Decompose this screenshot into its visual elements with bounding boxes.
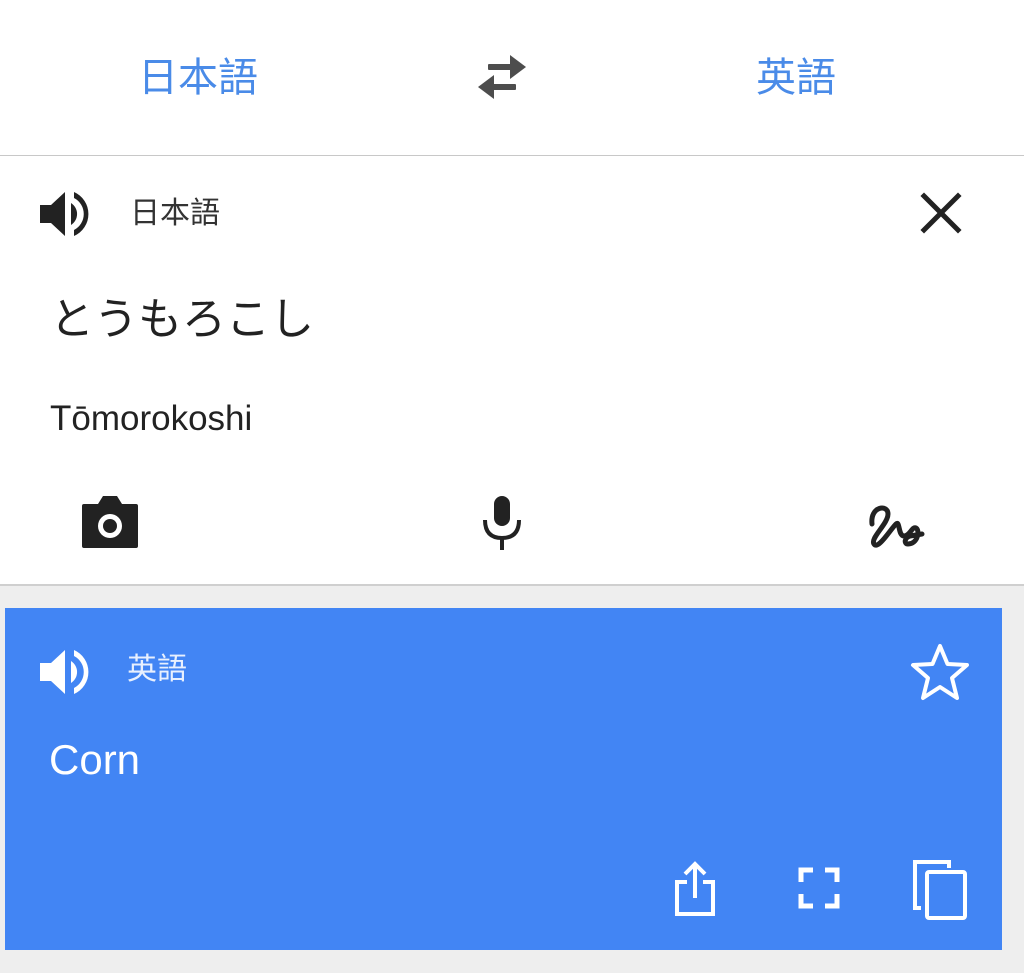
- handwriting-icon[interactable]: [858, 486, 930, 558]
- input-card: 日本語 とうもろこし Tōmorokoshi: [0, 156, 1024, 586]
- source-language-button[interactable]: 日本語: [138, 50, 258, 106]
- target-language-label: 英語: [127, 652, 187, 687]
- star-icon[interactable]: [909, 642, 971, 704]
- transliteration-text: Tōmorokoshi: [50, 399, 253, 438]
- source-text[interactable]: とうもろこし: [50, 290, 314, 350]
- copy-icon[interactable]: [905, 856, 969, 920]
- close-icon[interactable]: [914, 186, 968, 240]
- camera-icon[interactable]: [74, 486, 146, 558]
- speaker-icon[interactable]: [35, 646, 97, 698]
- translation-text: Corn: [49, 736, 141, 783]
- speaker-icon[interactable]: [36, 188, 96, 240]
- source-language-label: 日本語: [130, 196, 220, 231]
- translate-screen: 日本語 英語 日本語 とうもろこし Tōmorokoshi 英語 Corn: [0, 0, 1024, 973]
- share-icon[interactable]: [663, 856, 727, 920]
- fullscreen-icon[interactable]: [787, 856, 851, 920]
- microphone-icon[interactable]: [466, 486, 538, 558]
- swap-icon[interactable]: [472, 54, 532, 104]
- language-bar: 日本語 英語: [0, 0, 1024, 156]
- result-card: 英語 Corn: [5, 608, 1002, 950]
- target-language-button[interactable]: 英語: [756, 50, 836, 106]
